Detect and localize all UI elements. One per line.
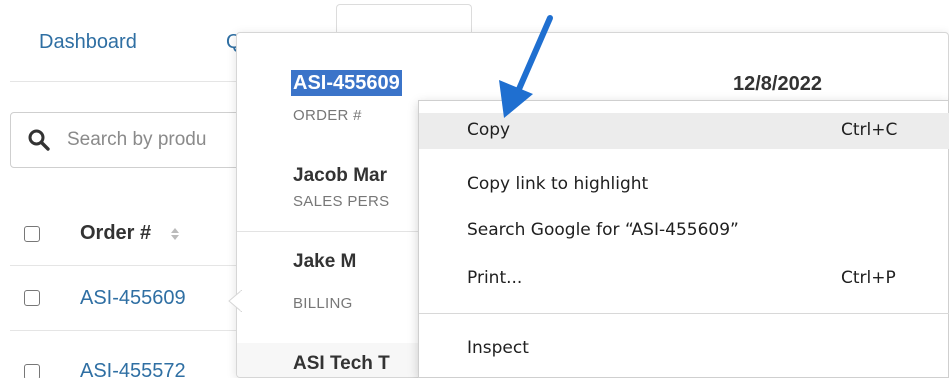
menu-item-label: Copy link to highlight	[467, 174, 649, 194]
row-divider	[10, 265, 250, 266]
popover-order-number[interactable]: ASI-455609	[291, 70, 402, 96]
billing-label: BILLING	[293, 295, 353, 312]
menu-item-label: Print...	[467, 268, 523, 288]
sort-icon[interactable]	[170, 226, 180, 242]
menu-item-label: Inspect	[467, 338, 529, 358]
row-checkbox[interactable]	[24, 290, 40, 306]
row-divider	[10, 330, 250, 331]
order-link[interactable]: ASI-455572	[80, 360, 186, 378]
context-menu: Copy Ctrl+C Copy link to highlight Searc…	[418, 100, 949, 378]
sales-person-label: SALES PERS	[293, 193, 390, 210]
popover-date: 12/8/2022	[733, 73, 822, 95]
menu-item-print[interactable]: Print... Ctrl+P	[419, 261, 949, 297]
sales-person-name: Jacob Mar	[293, 165, 387, 186]
order-number-label: ORDER #	[293, 107, 362, 124]
order-link[interactable]: ASI-455609	[80, 287, 186, 310]
menu-item-inspect[interactable]: Inspect	[419, 331, 949, 367]
annotation-arrow-icon	[499, 15, 553, 118]
menu-item-shortcut: Ctrl+C	[841, 120, 898, 140]
row-checkbox[interactable]	[24, 364, 40, 378]
menu-item-shortcut: Ctrl+P	[841, 268, 896, 288]
billing-name: Jake M	[293, 251, 357, 272]
menu-item-copy-link[interactable]: Copy link to highlight	[419, 167, 949, 203]
menu-item-search-google[interactable]: Search Google for “ASI-455609”	[419, 213, 949, 249]
menu-item-label: Search Google for “ASI-455609”	[467, 220, 739, 240]
order-column-header[interactable]: Order #	[80, 222, 151, 245]
select-all-checkbox[interactable]	[24, 226, 40, 242]
menu-separator	[419, 313, 949, 314]
contact-name: ASI Tech T	[293, 353, 390, 374]
search-icon	[28, 129, 50, 151]
popover-pointer	[228, 290, 242, 312]
nav-link-dashboard[interactable]: Dashboard	[39, 31, 137, 54]
